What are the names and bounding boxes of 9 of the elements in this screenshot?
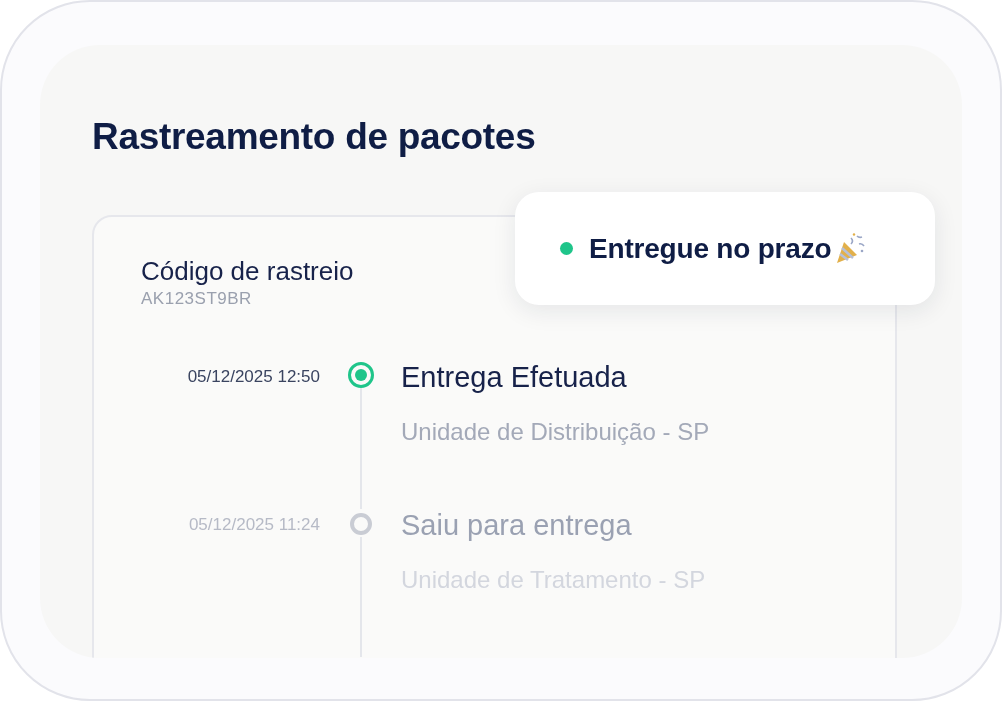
event-location: Unidade de Distribuição - SP [401,417,710,447]
event-title: Saiu para entrega [401,509,632,541]
event-datetime: 05/12/2025 12:50 [187,366,320,388]
event-datetime: 05/12/2025 11:24 [188,514,320,536]
tracking-code: AK123ST9BR [141,289,252,309]
status-label: Entregue no prazo [589,232,832,265]
event-title: Entrega Efetuada [401,361,627,393]
page-title: Rastreamento de pacotes [92,115,537,159]
tracking-label: Código de rastreio [141,255,354,287]
